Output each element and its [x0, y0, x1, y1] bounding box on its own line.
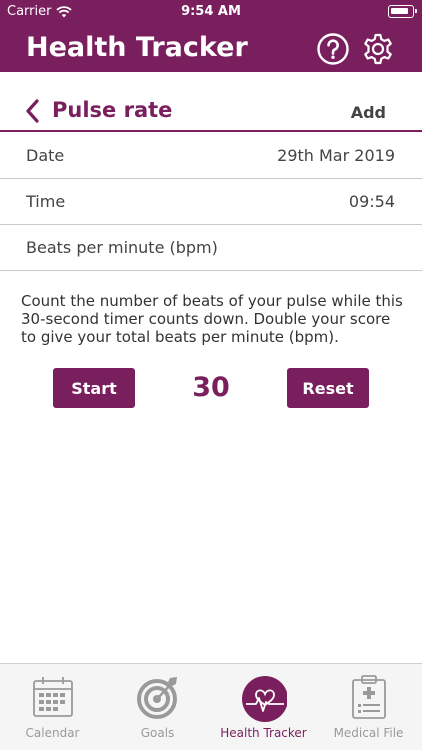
date-label: Date: [26, 146, 65, 165]
tab-calendar[interactable]: Calendar: [0, 664, 105, 750]
status-time: 9:54 AM: [181, 4, 241, 19]
target-icon: [137, 677, 177, 719]
app-title: Health Tracker: [26, 32, 248, 63]
add-button[interactable]: Add: [351, 103, 386, 122]
bpm-label: Beats per minute (bpm): [26, 238, 218, 257]
tab-label: Calendar: [25, 726, 80, 740]
calendar-icon: [33, 677, 73, 717]
date-row[interactable]: Date 29th Mar 2019: [0, 133, 422, 179]
time-value[interactable]: 09:54: [349, 192, 395, 211]
battery-icon: [388, 5, 417, 18]
help-icon[interactable]: [316, 32, 350, 66]
date-value[interactable]: 29th Mar 2019: [277, 146, 395, 165]
tab-goals[interactable]: Goals: [105, 664, 210, 750]
bpm-row[interactable]: Beats per minute (bpm): [0, 225, 422, 271]
tab-health-tracker[interactable]: Health Tracker: [211, 664, 316, 750]
heartbeat-icon: [242, 676, 287, 722]
clipboard-icon: [352, 675, 386, 719]
back-chevron-icon[interactable]: [24, 98, 40, 124]
app-header: Health Tracker: [0, 24, 422, 72]
screen-title: Pulse rate: [52, 98, 173, 122]
tab-label: Medical File: [333, 726, 404, 740]
tab-medical-file[interactable]: Medical File: [316, 664, 421, 750]
time-label: Time: [26, 192, 66, 211]
reset-button[interactable]: Reset: [287, 368, 369, 408]
instructions-text: Count the number of beats of your pulse …: [21, 292, 403, 346]
gear-icon[interactable]: [361, 32, 395, 66]
tab-label: Health Tracker: [220, 726, 307, 740]
time-row[interactable]: Time 09:54: [0, 179, 422, 225]
status-bar: Carrier 9:54 AM: [0, 0, 422, 24]
tab-bar: Calendar Goals Health Tracker Medical Fi…: [0, 663, 422, 750]
tab-label: Goals: [140, 726, 175, 740]
screen-header: Pulse rate Add: [0, 88, 422, 132]
